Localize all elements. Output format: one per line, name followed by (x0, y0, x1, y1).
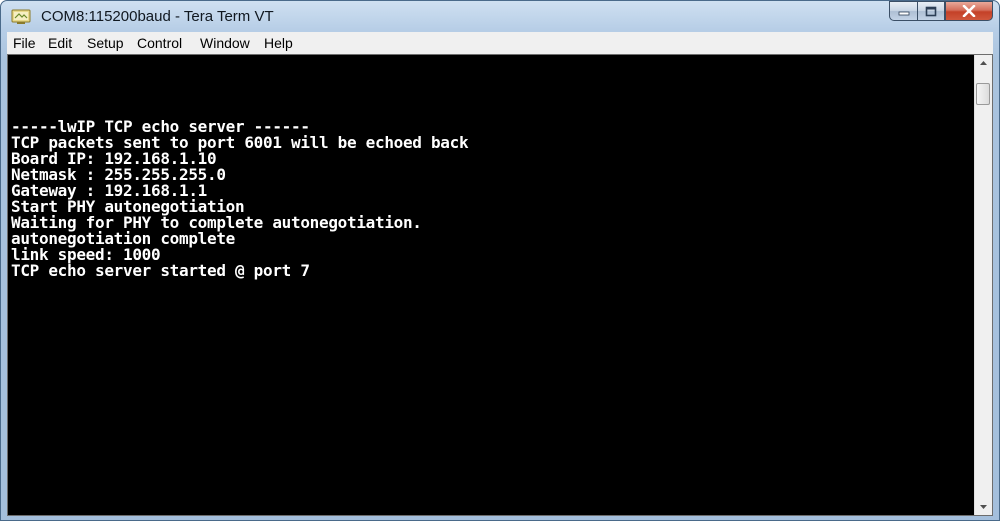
menu-bar: File Edit Setup Control Window Help (7, 32, 993, 55)
maximize-icon (925, 6, 937, 16)
minimize-icon (898, 11, 909, 16)
menu-file[interactable]: File (13, 35, 36, 51)
close-icon (962, 5, 976, 17)
close-button[interactable] (945, 1, 993, 21)
maximize-button[interactable] (917, 1, 945, 21)
menu-help[interactable]: Help (264, 35, 293, 51)
tera-term-window: COM8:115200baud - Tera Term VT File Edit… (0, 0, 1000, 521)
menu-edit[interactable]: Edit (48, 35, 72, 51)
tera-term-icon[interactable] (11, 9, 31, 25)
scroll-up-button[interactable] (975, 55, 992, 72)
minimize-button[interactable] (889, 1, 917, 21)
terminal-line: TCP echo server started @ port 7 (11, 261, 310, 280)
title-bar[interactable]: COM8:115200baud - Tera Term VT (1, 1, 999, 31)
terminal-screen[interactable]: -----lwIP TCP echo server ------ TCP pac… (9, 56, 975, 514)
arrow-up-icon (980, 61, 987, 65)
menu-setup[interactable]: Setup (87, 35, 124, 51)
scrollbar-thumb[interactable] (976, 83, 990, 105)
arrow-down-icon (980, 505, 987, 509)
terminal-output: -----lwIP TCP echo server ------ TCP pac… (11, 119, 469, 280)
menu-window[interactable]: Window (200, 35, 250, 51)
vertical-scrollbar[interactable] (974, 55, 992, 515)
menu-control[interactable]: Control (137, 35, 182, 51)
window-title: COM8:115200baud - Tera Term VT (41, 8, 274, 25)
terminal-frame: -----lwIP TCP echo server ------ TCP pac… (7, 54, 993, 516)
window-controls (889, 1, 993, 22)
scroll-down-button[interactable] (975, 498, 992, 515)
